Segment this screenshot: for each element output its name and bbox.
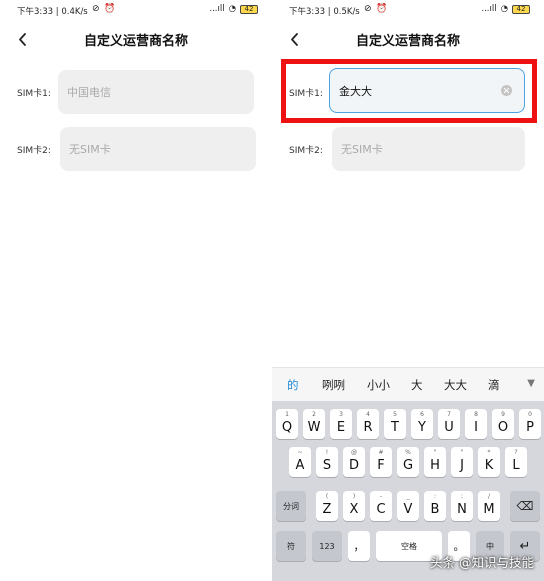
header: 自定义运营商名称 [272,22,544,58]
key-f[interactable]: # F [370,447,392,477]
sim2-name-input[interactable] [332,127,525,171]
candidate-item[interactable]: 滴 [488,377,500,393]
sim1-input-value: 金大大 [339,85,372,98]
status-time: 下午3:33 | 0.5K/s [289,7,360,17]
clear-icon[interactable] [501,85,512,96]
header: 自定义运营商名称 [0,22,272,58]
sim1-name-input[interactable] [58,70,254,114]
candidate-item[interactable]: 大 [411,377,423,393]
mute-icon: ⊘ [92,4,100,14]
key-g[interactable]: % G [397,447,419,477]
sim2-label: SIM卡2: [17,146,51,156]
alarm-icon: ⏰ [104,4,116,14]
left-screen: 下午3:33 | 0.4K/s ⊘ ⏰ ...ıll ◔ 42 自定义运营商名称… [0,0,272,581]
signal-icon: ...ıll [481,4,497,14]
symbol-key[interactable]: 符 [276,531,306,561]
signal-icon: ...ıll [209,4,225,14]
key-t[interactable]: 5T [384,409,406,439]
sim2-name-input[interactable] [60,127,256,171]
key-x[interactable]: ) X [343,491,365,521]
key-n[interactable]: ; N [451,491,473,521]
key-w[interactable]: 2W [303,409,325,439]
candidate-item[interactable]: 咧咧 [322,377,345,393]
key-j[interactable]: " J [451,447,473,477]
expand-candidates-icon[interactable]: ▼ [527,378,535,389]
battery-icon: 42 [240,4,258,14]
status-bar: 下午3:33 | 0.4K/s ⊘ ⏰ ...ıll ◔ 42 [0,0,272,22]
key-v[interactable]: _ V [397,491,419,521]
key-q[interactable]: 1Q [276,409,298,439]
backspace-icon: ⌫ [516,499,534,513]
watermark: 头条 @知识与技能 [430,555,534,570]
sim1-name-input[interactable]: 金大大 [329,68,525,113]
mute-icon: ⊘ [364,4,372,14]
sim2-label: SIM卡2: [289,146,323,156]
right-screen: 下午3:33 | 0.5K/s ⊘ ⏰ ...ıll ◔ 42 自定义运营商名称… [272,0,544,581]
key-o[interactable]: 9O [492,409,514,439]
page-title: 自定义运营商名称 [355,34,460,49]
comma-key[interactable]: ， [348,531,370,561]
delete-key[interactable]: ⌫ [510,491,540,521]
key-i[interactable]: 8I [465,409,487,439]
wifi-icon: ◔ [228,4,236,14]
alarm-icon: ⏰ [376,4,388,14]
key-p[interactable]: 0P [519,409,541,439]
key-r[interactable]: 4R [357,409,379,439]
key-y[interactable]: 6Y [411,409,433,439]
key-c[interactable]: -C [370,491,392,521]
key-k[interactable]: * K [478,447,500,477]
key-d[interactable]: @ D [343,447,365,477]
key-b[interactable]: :B [424,491,446,521]
sim1-label: SIM卡1: [17,89,51,99]
key-s[interactable]: ! S [316,447,338,477]
page-title: 自定义运营商名称 [83,34,188,49]
key-u[interactable]: 7U [438,409,460,439]
status-bar: 下午3:33 | 0.5K/s ⊘ ⏰ ...ıll ◔ 42 [272,0,544,22]
candidate-item[interactable]: 大大 [444,377,467,393]
candidate-item[interactable]: 的 [287,377,299,393]
key-m[interactable]: / M [478,491,500,521]
sim1-label: SIM卡1: [289,89,323,99]
candidate-item[interactable]: 小小 [367,377,390,393]
key-l[interactable]: ? L [505,447,527,477]
key-e[interactable]: 3E [330,409,352,439]
candidate-bar: 的 咧咧 小小 大 大大 滴 ▼ [272,367,544,401]
key-h[interactable]: " H [424,447,446,477]
number-key[interactable]: 123 [312,531,342,561]
split-key[interactable]: 分词 [276,491,306,521]
status-time: 下午3:33 | 0.4K/s [17,7,88,17]
battery-icon: 42 [512,4,530,14]
key-z[interactable]: (Z [316,491,338,521]
key-a[interactable]: ~ A [289,447,311,477]
wifi-icon: ◔ [500,4,508,14]
